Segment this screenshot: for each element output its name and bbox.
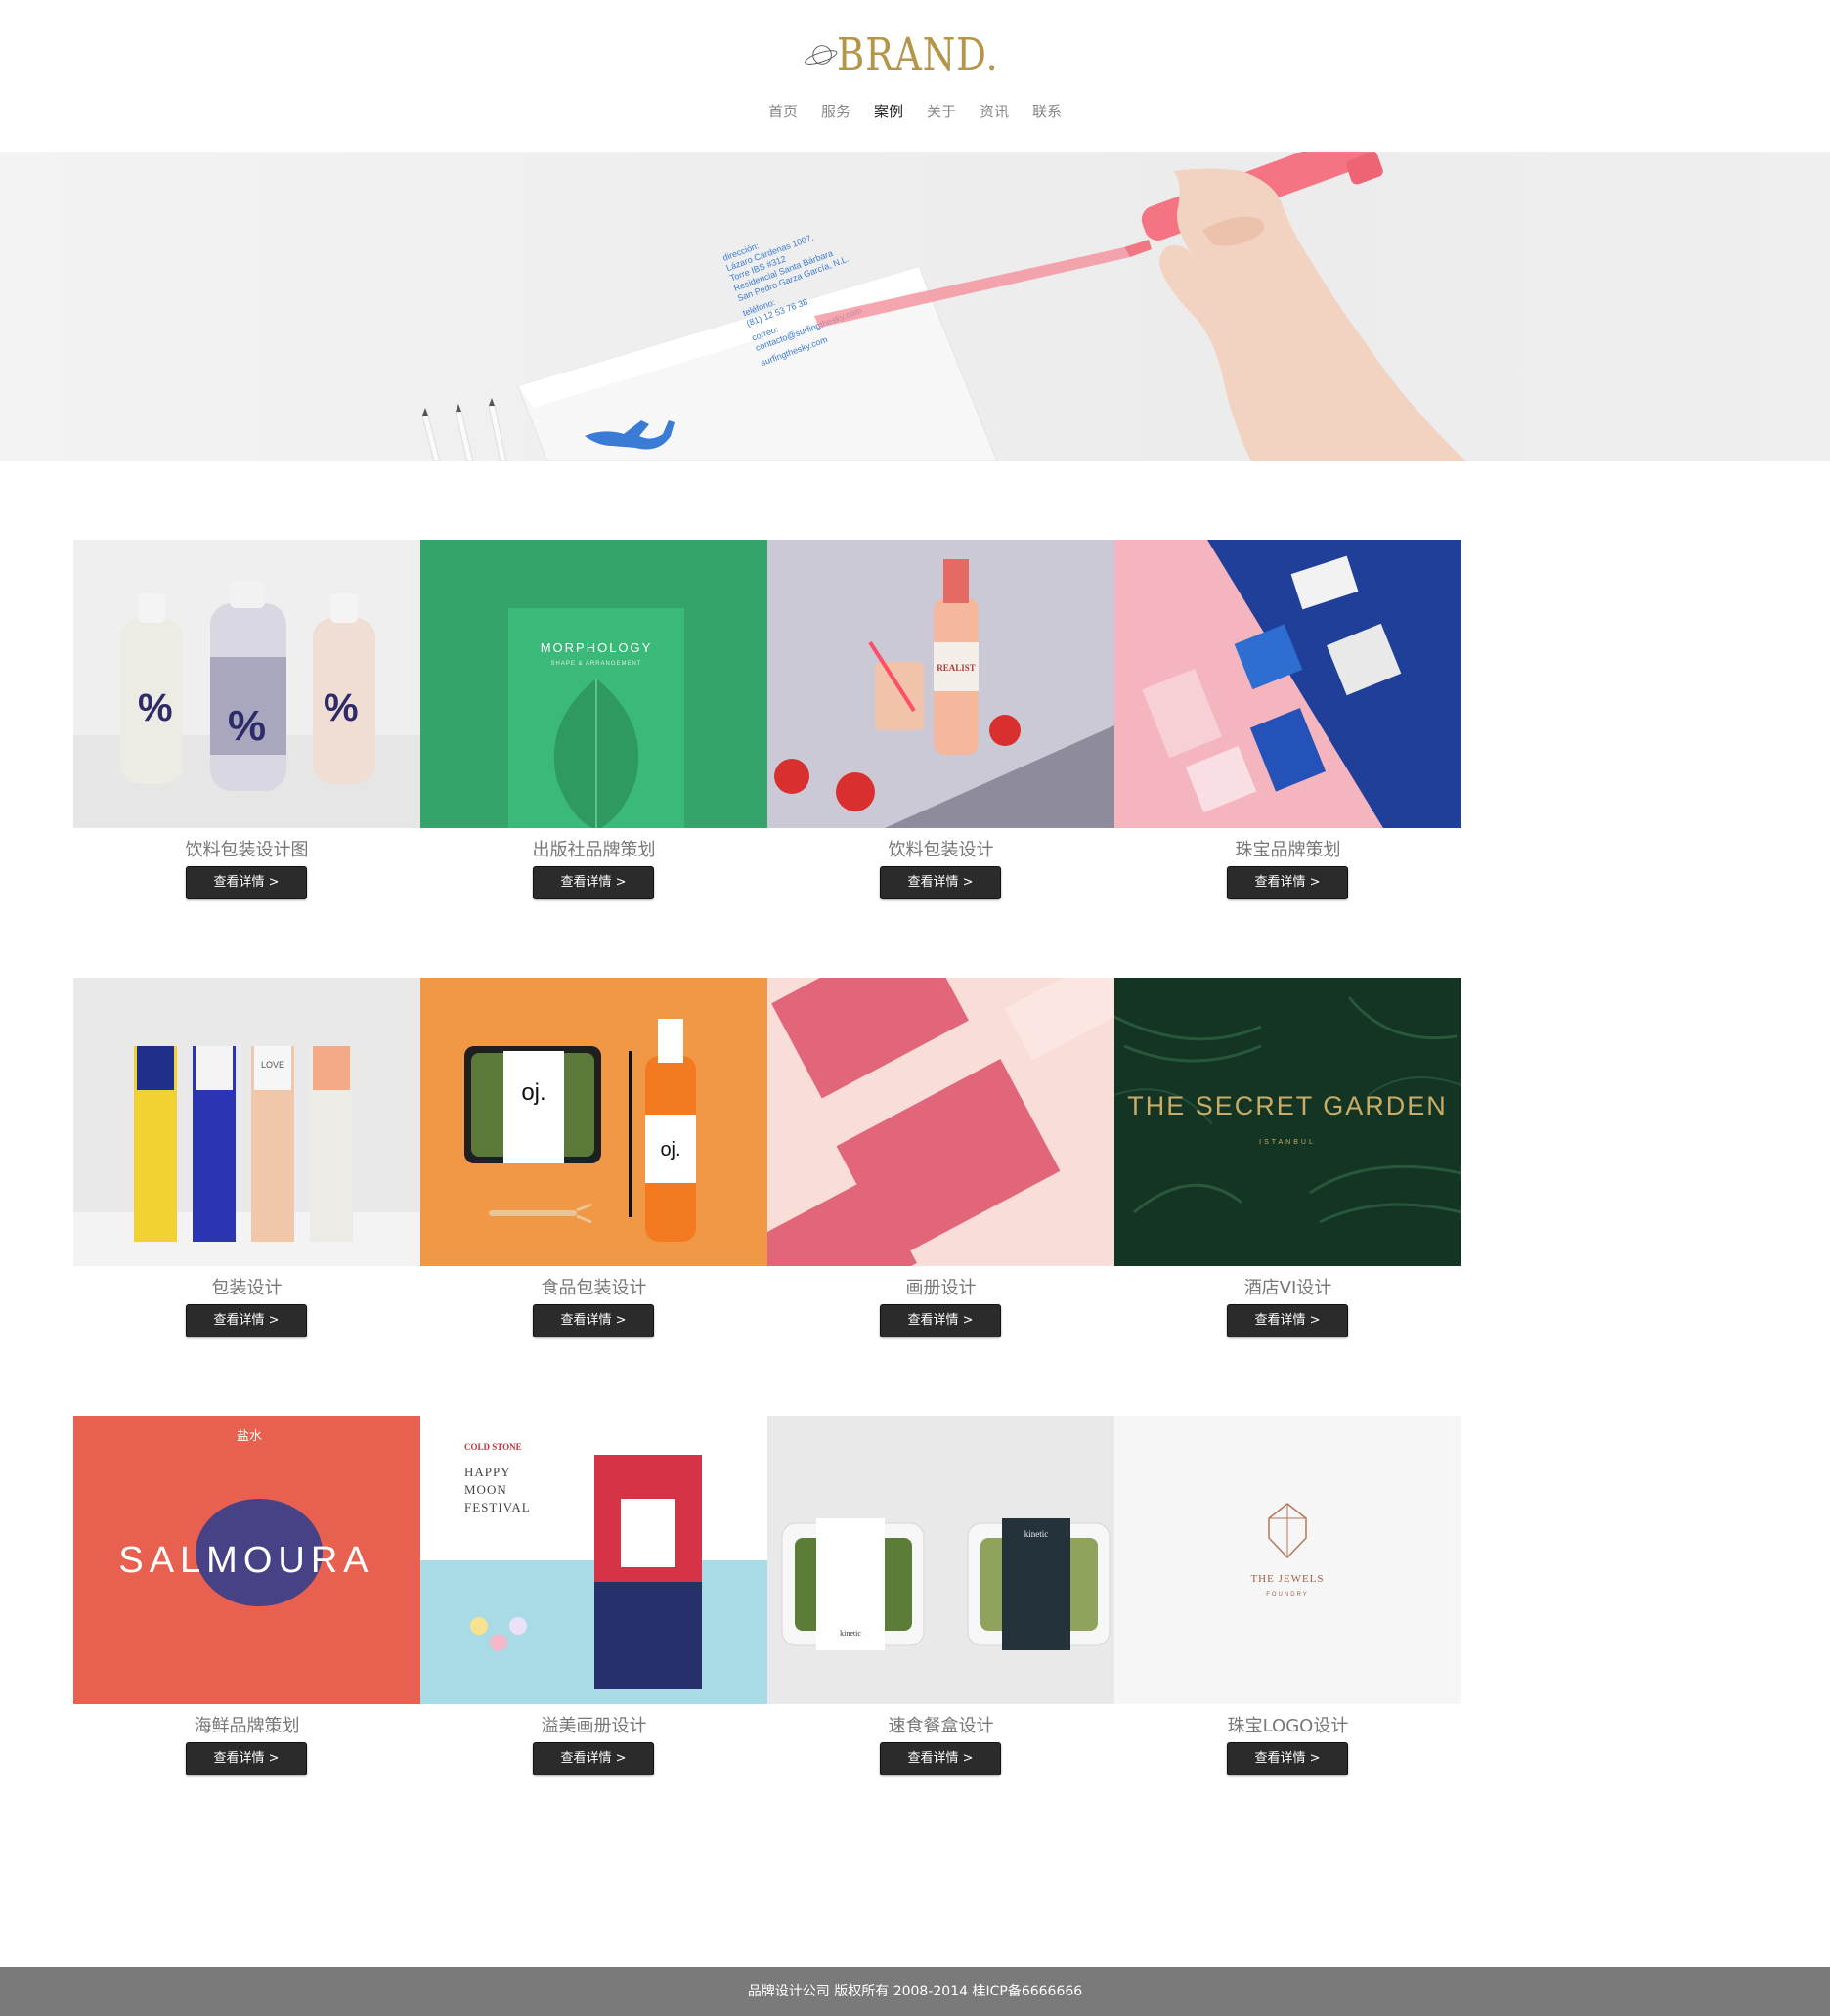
case-title: 速食餐盒设计 xyxy=(888,1716,994,1736)
hero-banner: dirección: Lázaro Cárdenas 1007, Torre I… xyxy=(0,152,1830,461)
case-title: 食品包装设计 xyxy=(541,1278,647,1298)
case-row: % % % 饮料包装设计图 查看详情 > MORPHOLOGY SHAPE & … xyxy=(73,540,1461,931)
case-card: LOVE 包装设计 查看详情 > xyxy=(73,978,420,1369)
view-details-button[interactable]: 查看详情 > xyxy=(533,1742,654,1775)
svg-text:THE SECRET GARDEN: THE SECRET GARDEN xyxy=(1127,1091,1448,1120)
svg-text:oj.: oj. xyxy=(521,1079,545,1106)
case-thumbnail[interactable]: oj. oj. xyxy=(420,978,767,1266)
case-thumbnail[interactable]: kinetic kinetic xyxy=(767,1416,1114,1704)
view-details-button[interactable]: 查看详情 > xyxy=(1227,1304,1348,1337)
brand-name: BRAND. xyxy=(837,27,999,82)
case-title: 溢美画册设计 xyxy=(541,1716,647,1736)
view-details-button[interactable]: 查看详情 > xyxy=(533,866,654,899)
case-thumbnail[interactable]: 盐水 SALMOURA xyxy=(73,1416,420,1704)
case-title: 珠宝品牌策划 xyxy=(1235,840,1341,860)
case-card: THE JEWELS FOUNDRY 珠宝LOGO设计 查看详情 > xyxy=(1114,1416,1461,1807)
svg-text:THE JEWELS: THE JEWELS xyxy=(1250,1573,1324,1585)
main-nav: 首页 服务 案例 关于 资讯 联系 xyxy=(0,101,1830,121)
case-card: 盐水 SALMOURA 海鲜品牌策划 查看详情 > xyxy=(73,1416,420,1807)
svg-text:kinetic: kinetic xyxy=(840,1629,861,1638)
nav-item-contact[interactable]: 联系 xyxy=(1021,101,1073,121)
case-thumbnail[interactable] xyxy=(1114,540,1461,828)
view-details-button[interactable]: 查看详情 > xyxy=(1227,866,1348,899)
case-thumbnail[interactable]: LOVE xyxy=(73,978,420,1266)
case-row: 盐水 SALMOURA 海鲜品牌策划 查看详情 > COLD STONE HAP… xyxy=(73,1416,1461,1807)
case-card: COLD STONE HAPPY MOON FESTIVAL 溢美画册设计 查看… xyxy=(420,1416,767,1807)
svg-text:ISTANBUL: ISTANBUL xyxy=(1259,1139,1316,1146)
view-details-button[interactable]: 查看详情 > xyxy=(880,1742,1001,1775)
view-details-button[interactable]: 查看详情 > xyxy=(1227,1742,1348,1775)
case-title: 饮料包装设计 xyxy=(888,840,994,860)
pencils-icon xyxy=(421,398,507,461)
svg-text:HAPPY: HAPPY xyxy=(464,1465,511,1479)
view-details-button[interactable]: 查看详情 > xyxy=(186,1742,307,1775)
case-thumbnail[interactable] xyxy=(767,978,1114,1266)
nav-item-services[interactable]: 服务 xyxy=(809,101,862,121)
case-title: 饮料包装设计图 xyxy=(185,840,309,860)
case-title: 出版社品牌策划 xyxy=(532,840,656,860)
svg-text:盐水: 盐水 xyxy=(237,1429,262,1444)
svg-text:%: % xyxy=(228,702,266,750)
svg-text:%: % xyxy=(138,686,173,729)
svg-text:COLD STONE: COLD STONE xyxy=(464,1442,522,1452)
svg-text:MOON: MOON xyxy=(464,1482,507,1497)
svg-text:REALIST: REALIST xyxy=(937,663,976,673)
copyright-text: 品牌设计公司 版权所有 2008-2014 桂ICP备6666666 xyxy=(747,1984,1083,1999)
case-title: 画册设计 xyxy=(905,1278,977,1298)
case-card: MORPHOLOGY SHAPE & ARRANGEMENT 出版社品牌策划 查… xyxy=(420,540,767,931)
view-details-button[interactable]: 查看详情 > xyxy=(880,866,1001,899)
brand-logo[interactable]: BRAND. xyxy=(804,22,1034,88)
case-title: 酒店VI设计 xyxy=(1243,1278,1332,1298)
nav-item-news[interactable]: 资讯 xyxy=(968,101,1021,121)
case-row: LOVE 包装设计 查看详情 > oj. oj. 食品包装设计 查看详情 > 画… xyxy=(73,978,1461,1369)
svg-text:kinetic: kinetic xyxy=(1024,1529,1049,1539)
case-card: % % % 饮料包装设计图 查看详情 > xyxy=(73,540,420,931)
svg-text:SHAPE & ARRANGEMENT: SHAPE & ARRANGEMENT xyxy=(550,661,641,667)
case-thumbnail[interactable]: % % % xyxy=(73,540,420,828)
view-details-button[interactable]: 查看详情 > xyxy=(880,1304,1001,1337)
svg-text:oj.: oj. xyxy=(660,1139,680,1161)
site-header: BRAND. 首页 服务 案例 关于 资讯 联系 xyxy=(0,0,1830,152)
view-details-button[interactable]: 查看详情 > xyxy=(186,866,307,899)
svg-text:LOVE: LOVE xyxy=(261,1060,284,1070)
nav-item-home[interactable]: 首页 xyxy=(757,101,809,121)
site-footer: 品牌设计公司 版权所有 2008-2014 桂ICP备6666666 xyxy=(0,1967,1830,2016)
svg-text:%: % xyxy=(324,686,359,729)
case-thumbnail[interactable]: MORPHOLOGY SHAPE & ARRANGEMENT xyxy=(420,540,767,828)
nav-item-about[interactable]: 关于 xyxy=(915,101,968,121)
case-title: 海鲜品牌策划 xyxy=(194,1716,300,1736)
case-card: 珠宝品牌策划 查看详情 > xyxy=(1114,540,1461,931)
case-thumbnail[interactable]: REALIST xyxy=(767,540,1114,828)
svg-text:MORPHOLOGY: MORPHOLOGY xyxy=(541,640,653,655)
case-card: kinetic kinetic 速食餐盒设计 查看详情 > xyxy=(767,1416,1114,1807)
case-thumbnail[interactable]: THE SECRET GARDEN ISTANBUL xyxy=(1114,978,1461,1266)
case-thumbnail[interactable]: COLD STONE HAPPY MOON FESTIVAL xyxy=(420,1416,767,1704)
svg-text:FOUNDRY: FOUNDRY xyxy=(1266,1592,1309,1598)
case-card: THE SECRET GARDEN ISTANBUL 酒店VI设计 查看详情 > xyxy=(1114,978,1461,1369)
svg-text:SALMOURA: SALMOURA xyxy=(118,1540,373,1581)
view-details-button[interactable]: 查看详情 > xyxy=(533,1304,654,1337)
case-thumbnail[interactable]: THE JEWELS FOUNDRY xyxy=(1114,1416,1461,1704)
case-title: 包装设计 xyxy=(211,1278,283,1298)
planet-logo-icon xyxy=(805,45,838,65)
svg-text:FESTIVAL: FESTIVAL xyxy=(464,1500,531,1514)
hero-illustration: dirección: Lázaro Cárdenas 1007, Torre I… xyxy=(421,152,1466,461)
view-details-button[interactable]: 查看详情 > xyxy=(186,1304,307,1337)
case-card: oj. oj. 食品包装设计 查看详情 > xyxy=(420,978,767,1369)
case-title: 珠宝LOGO设计 xyxy=(1227,1716,1349,1736)
case-card: REALIST 饮料包装设计 查看详情 > xyxy=(767,540,1114,931)
nav-item-cases[interactable]: 案例 xyxy=(862,101,915,121)
case-card: 画册设计 查看详情 > xyxy=(767,978,1114,1369)
